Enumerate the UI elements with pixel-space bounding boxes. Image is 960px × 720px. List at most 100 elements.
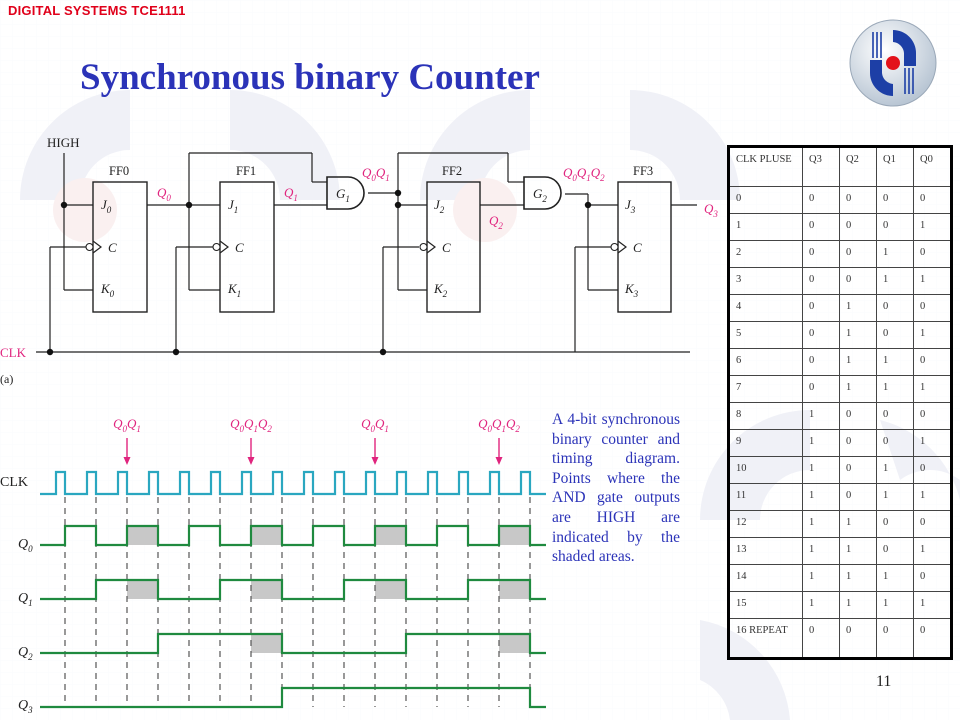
truth-table-row: 11 1 0 1 1: [728, 483, 952, 511]
arrow-down-icon: [247, 457, 255, 465]
cell-q2: 0: [839, 429, 877, 457]
cell-clk-pulse: 2: [728, 240, 803, 268]
cell-q2: 1: [839, 375, 877, 403]
cell-q1: 1: [876, 375, 914, 403]
cell-q0: 1: [913, 537, 952, 565]
truth-table-row: 91001: [728, 429, 952, 457]
truth-table-row: 50101: [728, 321, 952, 349]
high-label: HIGH: [47, 135, 80, 150]
cell-q1: 1: [876, 240, 914, 268]
cell-clk-pulse: 5: [728, 321, 803, 349]
header-q2: Q2: [839, 146, 877, 187]
cell-clk-pulse: 7: [728, 375, 803, 403]
truth-table-row: 13 1 1 0 1: [728, 537, 952, 565]
cell-q1: 0: [876, 321, 914, 349]
timing-clk-label: CLK: [0, 475, 28, 490]
g1-output-label: Q0Q1: [362, 165, 390, 183]
q0-label: Q0: [157, 185, 171, 203]
gate-output-marker-label: Q0Q1Q2: [478, 416, 520, 434]
shaded-area-q0: [375, 526, 406, 545]
truth-table-row: 12 1 1 0 0: [728, 510, 952, 538]
diagram-caption: A 4-bit synchronous binary counter and t…: [552, 411, 680, 566]
gate-g2-label: G2: [533, 186, 547, 204]
cell-q2: 1: [839, 510, 877, 538]
ff2-c-label: C: [442, 240, 451, 255]
ff2-label: FF2: [442, 164, 462, 178]
cell-q1: 1: [876, 483, 914, 511]
gate-output-marker-label: Q0Q1: [113, 416, 141, 434]
arrow-down-icon: [371, 457, 379, 465]
ff1-j-label: J1: [228, 197, 238, 215]
truth-table-row: 16 REPEAT 0 0 0 0: [728, 618, 952, 659]
ff1-k-label: K1: [227, 281, 241, 299]
truth-table-row: 00000: [728, 186, 952, 214]
header-clk-pulse: CLK PLUSE: [728, 146, 803, 187]
cell-clk-pulse: 16 REPEAT: [728, 618, 803, 659]
cell-clk-pulse: 9: [728, 429, 803, 457]
ff0-c-label: C: [108, 240, 117, 255]
cell-q3: 1: [802, 402, 840, 430]
truth-table-row: 30011: [728, 267, 952, 295]
ff1-label: FF1: [236, 164, 256, 178]
cell-clk-pulse: 14: [728, 564, 803, 592]
university-logo-icon: [849, 19, 937, 107]
cell-q3: 0: [802, 213, 840, 241]
q2-waveform: [40, 632, 546, 655]
cell-q3: 1: [802, 456, 840, 484]
truth-table-row: 10 1 0 1 0: [728, 456, 952, 484]
gate-g1-label: G1: [336, 186, 350, 204]
cell-q3: 0: [802, 348, 840, 376]
cell-clk-pulse: 3: [728, 267, 803, 295]
cell-q2: 1: [839, 564, 877, 592]
q3-waveform: [40, 686, 546, 709]
shaded-area-q1: [499, 580, 530, 599]
shaded-area-q0: [127, 526, 158, 545]
ff2-j-label: J2: [434, 197, 445, 215]
cell-clk-pulse: 1: [728, 213, 803, 241]
cell-clk-pulse: 6: [728, 348, 803, 376]
header-q0: Q0: [913, 146, 952, 187]
truth-table-row: 14 1 1 1 0: [728, 564, 952, 592]
ff3-j-label: J3: [625, 197, 636, 215]
shaded-area-q0: [251, 526, 282, 545]
truth-table-row: 81000: [728, 402, 952, 430]
cell-q3: 0: [802, 294, 840, 322]
q2-label: Q2: [489, 213, 503, 231]
truth-table-row: 40100: [728, 294, 952, 322]
cell-q2: 1: [839, 537, 877, 565]
ff3-k-label: K3: [624, 281, 639, 299]
cell-q2: 0: [839, 213, 877, 241]
cell-q2: 0: [839, 267, 877, 295]
cell-q0: 1: [913, 321, 952, 349]
shaded-area-q1: [251, 580, 282, 599]
cell-q2: 0: [839, 618, 877, 659]
q1-waveform: [40, 578, 546, 601]
cell-q0: 0: [913, 186, 952, 214]
ff2-k-label: K2: [433, 281, 448, 299]
cell-q0: 1: [913, 267, 952, 295]
cell-q0: 0: [913, 456, 952, 484]
cell-q0: 1: [913, 429, 952, 457]
arrow-down-icon: [495, 457, 503, 465]
counter-circuit-diagram: HIGH CLK (a) FF0 FF1 FF2 FF3 J0 C K0 J1 …: [0, 135, 718, 386]
cell-q0: 0: [913, 510, 952, 538]
cell-q0: 1: [913, 591, 952, 619]
cell-q1: 1: [876, 348, 914, 376]
truth-table-header-row: CLK PLUSE Q3 Q2 Q1 Q0: [728, 146, 952, 187]
cell-q1: 0: [876, 618, 914, 659]
g2-output-label: Q0Q1Q2: [563, 165, 605, 183]
cell-q3: 1: [802, 510, 840, 538]
cell-q0: 0: [913, 402, 952, 430]
truth-table-row: 20010: [728, 240, 952, 268]
cell-clk-pulse: 12: [728, 510, 803, 538]
cell-q1: 0: [876, 537, 914, 565]
cell-q1: 0: [876, 294, 914, 322]
cell-q3: 1: [802, 591, 840, 619]
ff0-k-label: K0: [100, 281, 115, 299]
shaded-area-q1: [375, 580, 406, 599]
ff1-c-label: C: [235, 240, 244, 255]
truth-table-row: 15 1 1 1 1: [728, 591, 952, 619]
gate-output-marker-label: Q0Q1: [361, 416, 389, 434]
cell-q1: 1: [876, 456, 914, 484]
cell-q2: 1: [839, 348, 877, 376]
